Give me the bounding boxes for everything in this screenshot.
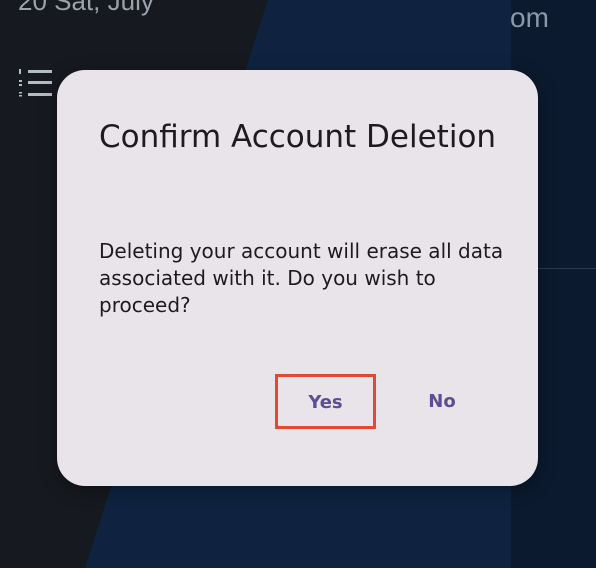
background-header-right-text: om bbox=[510, 2, 549, 33]
confirm-deletion-dialog: Confirm Account Deletion Deleting your a… bbox=[57, 70, 538, 486]
numbered-list-icon[interactable] bbox=[18, 68, 54, 98]
background-header-text: 20 Sat, July bbox=[18, 0, 154, 16]
dialog-message: Deleting your account will erase all dat… bbox=[99, 239, 504, 317]
no-button[interactable]: No bbox=[397, 374, 487, 429]
yes-button[interactable]: Yes bbox=[275, 374, 376, 429]
dialog-title: Confirm Account Deletion bbox=[99, 119, 497, 155]
